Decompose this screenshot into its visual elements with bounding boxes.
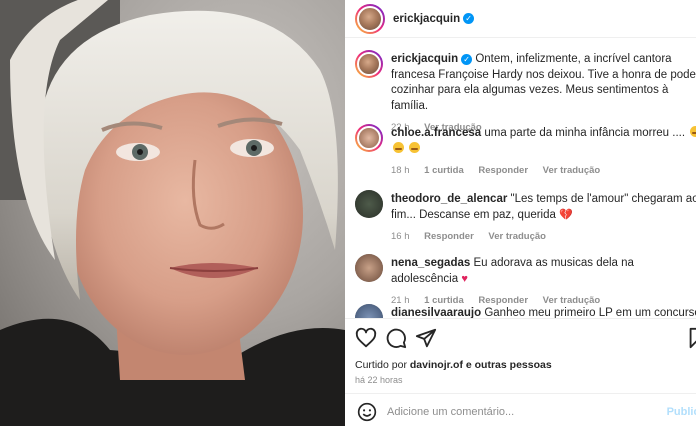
comment-likes[interactable]: 1 curtida [424, 295, 464, 306]
liked-by-text: Curtido por davinojr.of e outras pessoas [355, 359, 552, 371]
avatar[interactable] [355, 304, 383, 318]
liked-by-suffix[interactable]: e outras pessoas [466, 359, 552, 371]
header-username[interactable]: erickjacquin [393, 13, 460, 25]
post-header: erickjacquin ✓ [345, 0, 696, 38]
save-icon[interactable] [686, 327, 696, 349]
reply-button[interactable]: Responder [478, 165, 528, 176]
post-time[interactable]: há 22 horas [355, 375, 403, 385]
comment-username[interactable]: theodoro_de_alencar [391, 193, 507, 205]
crying-emoji-icon [393, 141, 404, 153]
comment-username[interactable]: chloe.a.francesa [391, 127, 481, 139]
comment-input[interactable]: Adicione um comentário... [387, 406, 667, 418]
translate-link[interactable]: Ver tradução [543, 165, 601, 176]
post-photo[interactable] [0, 0, 345, 426]
comment-text: Ganheo meu primeiro LP em um concurso da [484, 307, 696, 318]
comment-time[interactable]: 18 h [391, 165, 410, 176]
avatar[interactable] [355, 124, 383, 152]
comment-text: uma parte da minha infância morreu .... [484, 127, 686, 139]
heart-icon[interactable] [355, 327, 377, 349]
avatar[interactable] [355, 190, 383, 218]
liked-by-user[interactable]: davinojr.of [410, 359, 463, 371]
avatar[interactable] [355, 50, 383, 78]
add-comment-bar: Adicione um comentário... Publicar [345, 393, 696, 426]
comments-list[interactable]: erickjacquin ✓ Ontem, infelizmente, a inc… [345, 38, 696, 318]
post-comment-button[interactable]: Publicar [667, 406, 696, 418]
portrait-image [0, 0, 345, 426]
comment-username[interactable]: dianesilvaaraujo [391, 307, 481, 318]
translate-link[interactable]: Ver tradução [488, 231, 546, 242]
translate-link[interactable]: Ver tradução [543, 295, 601, 306]
comment-time[interactable]: 16 h [391, 231, 410, 242]
verified-badge-icon: ✓ [463, 13, 475, 24]
comment-username[interactable]: nena_segadas [391, 257, 470, 269]
avatar[interactable] [355, 3, 385, 34]
verified-badge-icon: ✓ [461, 54, 473, 65]
share-icon[interactable] [415, 327, 437, 349]
post-actions: Curtido por davinojr.of e outras pessoas… [345, 318, 696, 426]
comment-time[interactable]: 21 h [391, 295, 410, 306]
avatar[interactable] [355, 254, 383, 282]
reply-button[interactable]: Responder [478, 295, 528, 306]
red-heart-icon: ♥ [461, 272, 468, 285]
emoji-icon[interactable] [357, 402, 377, 422]
crying-emoji-icon [409, 141, 421, 153]
liked-by-prefix: Curtido por [355, 359, 407, 371]
broken-heart-icon: 💔 [559, 208, 573, 221]
crying-emoji-icon [690, 126, 696, 137]
comment-icon[interactable] [385, 327, 407, 349]
post-panel: erickjacquin ✓ erickjacquin ✓ Ontem, infe… [345, 0, 696, 426]
comment-likes[interactable]: 1 curtida [424, 165, 464, 176]
caption-username[interactable]: erickjacquin [391, 53, 458, 65]
reply-button[interactable]: Responder [424, 231, 474, 242]
